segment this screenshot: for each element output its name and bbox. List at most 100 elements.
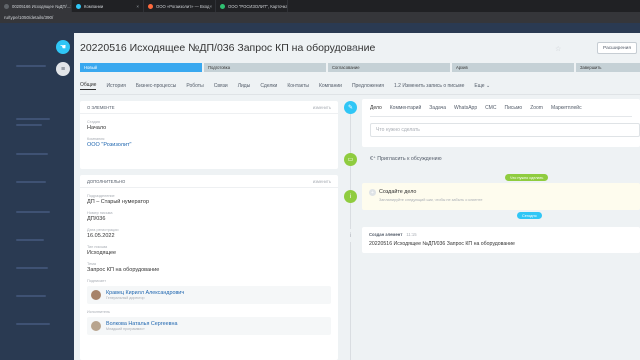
company-link[interactable]: ООО "Розизолит" [87, 142, 331, 148]
tab-contacts[interactable]: Контакты [287, 83, 309, 89]
stage-new[interactable]: Новый [80, 63, 202, 72]
editor-tab-email[interactable]: Письмо [504, 105, 522, 111]
slider-close-button[interactable]: ☚ [56, 40, 70, 54]
avatar [91, 321, 101, 331]
url-text: ru/type/1050/details/390/ [4, 15, 54, 20]
address-bar[interactable]: ru/type/1050/details/390/ [0, 12, 640, 23]
stage-archive[interactable]: Архив [452, 63, 574, 72]
site-icon [220, 3, 225, 9]
signer-card[interactable]: Кравец Кирилл Александрович Генеральный … [87, 286, 331, 304]
entry-header: Создан элемент 11:15 [369, 232, 417, 237]
bg-row [16, 323, 50, 325]
field-subject: Тема Запрос КП на оборудование [80, 262, 338, 273]
editor-tab-zoom[interactable]: Zoom [530, 105, 543, 111]
editor-tab-activity[interactable]: Дело [370, 105, 382, 111]
todo-title: Создайте дело [379, 189, 417, 195]
tab-general[interactable]: Общие [80, 82, 97, 90]
page-title: 20220516 Исходящее №ДП/036 Запрос КП на … [80, 42, 376, 54]
field-label: Номер письма [87, 211, 113, 215]
tab-quotes[interactable]: Предложения [352, 83, 384, 89]
chevron-down-icon: ⌄ [485, 83, 491, 89]
field-letter-type: Тип письма Исходящее [80, 245, 338, 256]
field-executor: Исполнитель [80, 310, 338, 314]
stage-approval[interactable]: Согласование [328, 63, 450, 72]
stage-bar: Новый Подготовка Согласование Архив Заве… [80, 63, 640, 72]
field-signer: Подписант [80, 279, 338, 283]
activity-input[interactable]: Что нужно сделать [370, 123, 640, 137]
invite-label: Пригласить к обсуждению [377, 156, 442, 162]
field-label: Тема [87, 262, 96, 266]
tabs-divider [80, 94, 640, 95]
bg-row [16, 295, 46, 297]
browser-tab-label: 00205166 Исходящее №ДП/... [12, 3, 71, 9]
edit-title-icon[interactable]: ✎ [346, 47, 351, 53]
field-value: Запрос КП на оборудование [87, 267, 160, 273]
field-stage: Стадия Начало [80, 120, 338, 131]
field-value: Исходящее [87, 250, 117, 256]
entry-body: 20220516 Исходящее №ДП/036 Запрос КП на … [369, 241, 515, 247]
users-icon: €⁺ [370, 156, 376, 162]
editor-tab-comment[interactable]: Комментарий [390, 105, 422, 111]
copy-link-icon[interactable]: ⧉ [353, 47, 357, 53]
close-icon[interactable]: × [136, 4, 139, 9]
field-label: Тип письма [87, 245, 108, 249]
browser-tab[interactable]: Компании × [72, 0, 144, 12]
bg-row [16, 153, 48, 155]
close-icon[interactable]: × [209, 4, 212, 9]
star-icon[interactable]: ☆ [555, 45, 561, 53]
field-label: Компания [87, 137, 105, 141]
activity-editor: Дело Комментарий Задача WhatsApp СМС Пис… [362, 99, 640, 147]
field-registration-date: Дата регистрации 16.05.2022 [80, 228, 338, 239]
executor-card[interactable]: Волкова Наталья Сергеевна Младший програ… [87, 317, 331, 335]
site-icon [148, 3, 153, 9]
editor-tab-whatsapp[interactable]: WhatsApp [454, 105, 477, 111]
bg-row [16, 181, 46, 183]
edit-link[interactable]: изменить [313, 179, 331, 184]
browser-tab-label: ООО «Рогаизолит» — Вход [156, 3, 210, 9]
bitrix-icon [76, 3, 81, 9]
comment-icon: ▭ [344, 153, 357, 166]
field-label: Исполнитель [87, 310, 111, 314]
slider-controls: ☚ ≡ [56, 40, 70, 84]
tab-history[interactable]: История [106, 83, 125, 89]
todo-hint: Запланируйте следующий шаг, чтобы не заб… [379, 198, 483, 202]
tab-robots[interactable]: Роботы [186, 83, 203, 89]
bg-row [16, 118, 50, 120]
card-title: ДОПОЛНИТЕЛЬНО [87, 178, 126, 184]
today-pill: Сегодня [517, 212, 542, 219]
stage-finish[interactable]: Завершить [576, 63, 640, 72]
bg-row [16, 124, 42, 126]
tab-companies[interactable]: Компании [319, 83, 342, 89]
slider-menu-button[interactable]: ≡ [56, 62, 70, 76]
invite-to-discussion[interactable]: €⁺ Пригласить к обсуждению [370, 156, 442, 162]
card-header: О ЭЛЕМЕНТЕ изменить [80, 101, 338, 114]
title-actions: ✎ ⧉ [346, 46, 357, 54]
activity-icon: ✎ [344, 101, 357, 114]
tab-business-processes[interactable]: Бизнес-процессы [136, 83, 177, 89]
tab-leads[interactable]: Лиды [238, 83, 251, 89]
browser-tab[interactable]: ООО "РОСИЗОЛИТ", Карточка× [216, 0, 288, 12]
tab-change-letter[interactable]: 1.2 Изменить запись о письме [394, 83, 464, 89]
tab-deals[interactable]: Сделки [260, 83, 277, 89]
field-label: Дата регистрации [87, 228, 119, 232]
entry-time: 11:15 [406, 232, 417, 237]
field-value: ДП/036 [87, 216, 106, 222]
editor-tab-task[interactable]: Задача [429, 105, 446, 111]
create-activity-card[interactable]: + Создайте дело Запланируйте следующий ш… [362, 183, 640, 210]
editor-tab-marketplace[interactable]: Маркетплейс [551, 105, 582, 111]
pointer-icon: ☚ [59, 44, 67, 51]
stage-preparation[interactable]: Подготовка [204, 63, 326, 72]
card-header: ДОПОЛНИТЕЛЬНО изменить [80, 175, 338, 188]
browser-tab[interactable]: 00205166 Исходящее №ДП/...× [0, 0, 72, 12]
edit-link[interactable]: изменить [313, 105, 331, 110]
browser-tab[interactable]: ООО «Рогаизолит» — Вход × [144, 0, 216, 12]
tab-links[interactable]: Связи [214, 83, 228, 89]
plus-icon: + [369, 189, 376, 196]
bg-row [16, 65, 46, 67]
tab-more[interactable]: Еще ⌄ [474, 83, 490, 89]
menu-icon: ≡ [60, 65, 66, 73]
extensions-button[interactable]: Расширения [597, 42, 637, 54]
field-value: ДП – Старый нумератор [87, 199, 150, 205]
editor-tab-sms[interactable]: СМС [485, 105, 496, 111]
field-company: Компания ООО "Розизолит" [80, 137, 338, 148]
